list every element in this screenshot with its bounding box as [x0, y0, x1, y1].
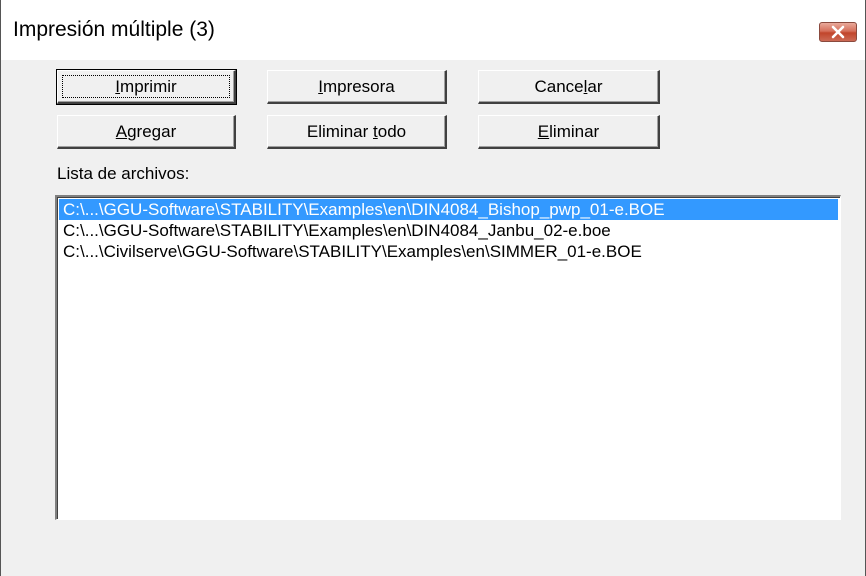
agregar-button[interactable]: Agregar	[57, 115, 236, 149]
file-listbox[interactable]: C:\...\GGU-Software\STABILITY\Examples\e…	[55, 195, 841, 520]
cancelar-button[interactable]: Cancelar	[478, 70, 660, 104]
file-list-item[interactable]: C:\...\GGU-Software\STABILITY\Examples\e…	[59, 199, 838, 220]
title-bar: Impresión múltiple (3)	[1, 0, 865, 60]
file-list-item[interactable]: C:\...\GGU-Software\STABILITY\Examples\e…	[59, 220, 838, 241]
agregar-button-label: Agregar	[115, 121, 177, 141]
cancelar-button-label: Cancelar	[534, 76, 603, 96]
close-icon	[831, 25, 845, 39]
eliminar-todo-button-label: Eliminar todo	[306, 121, 407, 141]
eliminar-button[interactable]: Eliminar	[478, 115, 660, 149]
imprimir-button-label: Imprimir	[115, 76, 177, 96]
eliminar-todo-button[interactable]: Eliminar todo	[267, 115, 447, 149]
dialog-window: Impresión múltiple (3) Imprimir Impresor…	[0, 0, 866, 576]
close-button[interactable]	[819, 22, 857, 42]
eliminar-button-label: Eliminar	[537, 121, 600, 141]
file-list-label: Lista de archivos:	[57, 164, 190, 183]
impresora-button[interactable]: Impresora	[267, 70, 447, 104]
imprimir-button[interactable]: Imprimir	[56, 69, 237, 105]
window-title: Impresión múltiple (3)	[13, 18, 215, 41]
impresora-button-label: Impresora	[318, 76, 395, 96]
file-list-item[interactable]: C:\...\Civilserve\GGU-Software\STABILITY…	[59, 241, 838, 262]
